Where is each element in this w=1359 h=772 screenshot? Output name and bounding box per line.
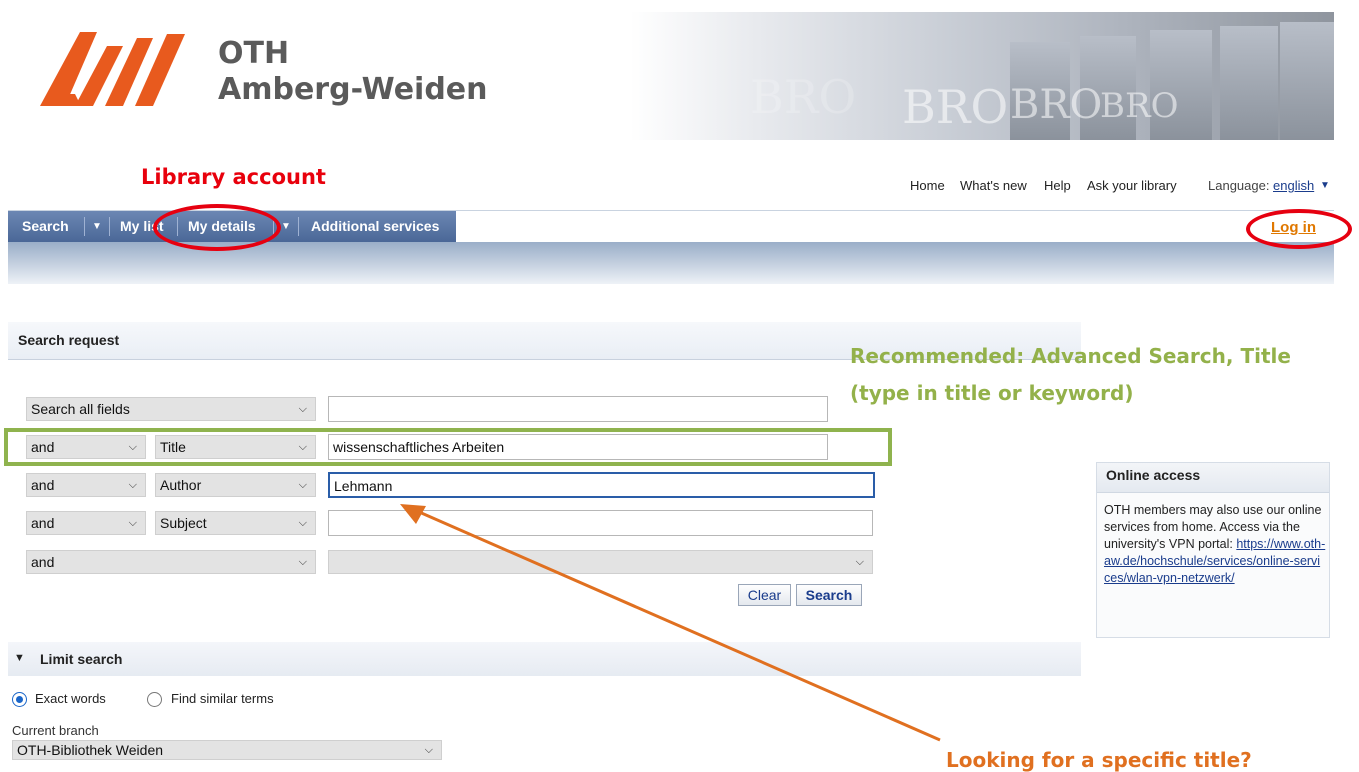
operator-select-row5[interactable]: and ⌵ [26, 550, 316, 574]
similar-terms-radio[interactable] [147, 692, 162, 707]
home-link[interactable]: Home [910, 178, 945, 193]
field-select-row1[interactable]: Search all fields ⌵ [26, 397, 316, 421]
chevron-down-icon: ⌵ [298, 517, 307, 529]
banner-word: BRO [1100, 86, 1179, 126]
annotation-looking-for: Looking for a specific title? [946, 748, 1252, 772]
chevron-down-icon[interactable]: ▼ [1320, 180, 1330, 191]
online-access-text: OTH members may also use our online serv… [1104, 502, 1326, 587]
language-label: Language: [1208, 178, 1270, 193]
exact-words-radio[interactable] [12, 692, 27, 707]
tab-additional-services[interactable]: Additional services [311, 211, 439, 242]
chevron-down-icon: ⌵ [298, 556, 307, 568]
exact-words-label: Exact words [35, 691, 106, 706]
banner-word: BRO [750, 70, 857, 124]
banner-word: BRO [1010, 82, 1103, 128]
operator-select-row4[interactable]: and ⌵ [26, 511, 146, 535]
header-banner-image: BRO BRO BRO BRO [630, 12, 1334, 140]
operator-select-row3[interactable]: and ⌵ [26, 473, 146, 497]
help-link[interactable]: Help [1044, 178, 1071, 193]
search-input-row1[interactable] [328, 396, 828, 422]
oth-logo [40, 32, 185, 106]
highlight-ellipse-library [153, 204, 281, 251]
field-select-row4[interactable]: Subject ⌵ [155, 511, 316, 535]
tab-search[interactable]: Search [22, 211, 69, 242]
highlight-ellipse-login [1246, 209, 1352, 249]
search-request-title: Search request [18, 332, 120, 348]
collapse-triangle-icon[interactable]: ▼ [14, 652, 25, 664]
annotation-recommended-line1: Recommended: Advanced Search, Title [850, 344, 1291, 368]
annotation-library-account: Library account [141, 165, 326, 189]
chevron-down-icon: ⌵ [298, 403, 307, 415]
ask-library-link[interactable]: Ask your library [1087, 178, 1177, 193]
field-select-row3[interactable]: Author ⌵ [155, 473, 316, 497]
current-branch-label: Current branch [12, 723, 99, 738]
limit-search-title[interactable]: Limit search [40, 651, 122, 667]
branch-select[interactable]: OTH-Bibliothek Weiden ⌵ [12, 740, 442, 760]
annotation-arrow [400, 504, 941, 742]
language-selector[interactable]: english [1273, 178, 1314, 193]
highlight-box-title-row [4, 428, 892, 466]
details-menu-chevron-icon[interactable]: ▼ [281, 211, 291, 242]
similar-terms-label: Find similar terms [171, 691, 274, 706]
whats-new-link[interactable]: What's new [960, 178, 1027, 193]
annotation-recommended-line2: (type in title or keyword) [850, 381, 1134, 405]
search-menu-chevron-icon[interactable]: ▼ [92, 211, 102, 242]
chevron-down-icon: ⌵ [298, 479, 307, 491]
online-access-title: Online access [1106, 467, 1201, 483]
org-name-line2: Amberg-Weiden [218, 72, 488, 107]
org-name-line1: OTH [218, 36, 290, 71]
chevron-down-icon: ⌵ [128, 479, 137, 491]
banner-word: BRO [902, 80, 1009, 134]
chevron-down-icon: ⌵ [128, 517, 137, 529]
